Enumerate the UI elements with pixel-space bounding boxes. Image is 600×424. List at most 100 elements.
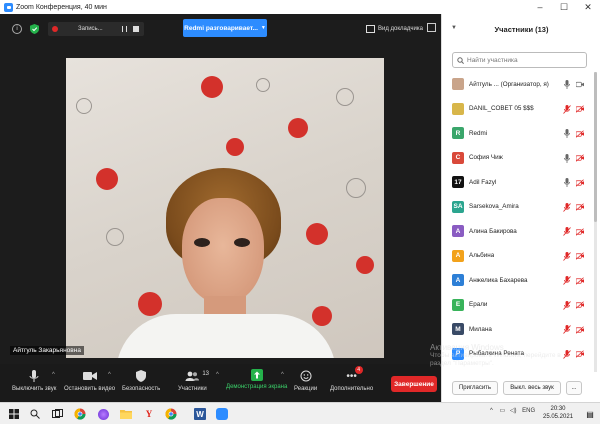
invite-button[interactable]: Пригласить (452, 381, 498, 395)
share-screen-button[interactable]: Демонстрация экрана (226, 369, 287, 390)
participant-row[interactable]: 17 Adil Fazyl (442, 170, 600, 195)
video-camera-icon[interactable] (576, 80, 584, 89)
microphone-icon[interactable] (563, 80, 571, 89)
minimize-button[interactable]: – (528, 0, 552, 14)
collapse-chevron-icon[interactable]: ▼ (451, 25, 457, 31)
microphone-muted-icon[interactable] (563, 325, 571, 334)
search-placeholder: Найти участника (467, 56, 518, 64)
zoom-taskbar-icon[interactable] (214, 406, 230, 422)
video-camera-off-icon[interactable] (576, 325, 584, 334)
microphone-icon[interactable] (563, 153, 571, 163)
video-camera-off-icon[interactable] (576, 178, 584, 187)
participant-list: Айтгуль ... (Организатор, я) DANIL_СОВЕТ … (442, 72, 600, 366)
participants-button[interactable]: 13 Участники (178, 369, 209, 392)
wallpaper-flower-outline (336, 88, 354, 106)
share-options-caret-icon[interactable]: ^ (281, 372, 284, 378)
participants-panel-header: ▼ Участники (13) (442, 14, 600, 44)
person-shirt (116, 314, 336, 358)
participant-search-input[interactable]: Найти участника (452, 52, 587, 68)
video-camera-off-icon[interactable] (576, 105, 584, 114)
wallpaper-flower-outline (106, 228, 124, 246)
yandex-browser-icon[interactable]: Y (141, 406, 157, 422)
participant-row[interactable]: А Анжелика Бахарева (442, 268, 600, 293)
windows-start-icon[interactable] (6, 406, 22, 422)
mute-button[interactable]: Выключить звук (12, 369, 56, 392)
microphone-muted-icon[interactable] (563, 104, 571, 114)
clock-date: 25.05.2021 (543, 414, 574, 420)
video-camera-off-icon[interactable] (576, 154, 584, 163)
microphone-muted-icon[interactable] (563, 276, 571, 285)
active-speaker-label: Redmi разговаривает... (184, 24, 258, 32)
microphone-muted-icon[interactable] (563, 300, 571, 310)
shield-check-icon[interactable] (29, 24, 39, 34)
participant-row[interactable]: Айтгуль ... (Организатор, я) (442, 72, 600, 97)
microphone-muted-icon[interactable] (563, 251, 571, 261)
more-options-button[interactable]: ... (566, 381, 582, 395)
pause-icon[interactable] (122, 26, 127, 32)
input-language[interactable]: ENG (522, 408, 535, 414)
participant-list-scrollbar[interactable] (594, 72, 597, 372)
participant-row[interactable]: SA Sarsekova_Amira (442, 195, 600, 220)
tray-chevron-icon[interactable]: ^ (490, 408, 493, 414)
active-speaker-button[interactable]: Redmi разговаривает... ▼ (183, 19, 267, 37)
wallpaper-flower (356, 256, 374, 274)
microphone-muted-icon[interactable] (563, 202, 571, 212)
microphone-muted-icon[interactable] (563, 227, 571, 236)
participant-row[interactable]: А Альбина (442, 244, 600, 269)
search-taskbar-icon[interactable] (27, 406, 43, 422)
participants-options-caret-icon[interactable]: ^ (216, 372, 219, 378)
microphone-icon[interactable] (563, 178, 571, 187)
more-button[interactable]: ••• 4 Дополнительно (330, 366, 373, 392)
volume-icon[interactable]: ◁) (510, 408, 517, 414)
mute-options-caret-icon[interactable]: ^ (52, 372, 55, 378)
reactions-button[interactable]: Реакции (294, 369, 317, 392)
video-camera-off-icon[interactable] (576, 301, 584, 310)
file-explorer-icon[interactable] (118, 406, 134, 422)
more-options-label: ... (571, 385, 577, 391)
scrollbar-thumb[interactable] (594, 72, 597, 222)
chrome-icon-2[interactable] (163, 406, 179, 422)
info-icon[interactable]: i (12, 24, 22, 34)
chrome-icon[interactable] (72, 406, 88, 422)
participant-row[interactable]: М Милана (442, 317, 600, 342)
clock[interactable]: 20:30 25.05.2021 (543, 405, 573, 421)
close-button[interactable]: ✕ (576, 0, 600, 14)
network-icon[interactable]: ▭ (500, 408, 506, 414)
participant-avatar: М (452, 323, 464, 336)
participant-row[interactable]: С София Чиж (442, 146, 600, 171)
more-dots-icon: ••• 4 (345, 366, 363, 383)
video-camera-off-icon[interactable] (576, 203, 584, 212)
end-meeting-button[interactable]: Завершение (391, 376, 437, 392)
participant-name: Sarsekova_Amira (469, 203, 519, 211)
smiley-plus-icon (299, 369, 313, 383)
wallpaper-flower-outline (76, 98, 92, 114)
video-camera-off-icon[interactable] (576, 252, 584, 261)
video-camera-off-icon[interactable] (576, 129, 584, 138)
speaker-view-button[interactable]: Вид докладчика (366, 22, 423, 36)
alice-assistant-icon[interactable] (95, 406, 111, 422)
notifications-icon[interactable]: ▤ (582, 406, 598, 422)
task-view-icon[interactable] (49, 406, 65, 422)
recording-label: Запись... (78, 26, 103, 32)
participant-row[interactable]: DANIL_СОВЕТ 05 $$$ (442, 97, 600, 122)
word-icon[interactable]: W (194, 408, 206, 420)
participant-row[interactable]: Е Ерали (442, 293, 600, 318)
recording-indicator[interactable]: Запись... (48, 22, 144, 36)
share-screen-icon (250, 369, 263, 381)
security-button[interactable]: Безопасность (122, 369, 160, 392)
stop-icon[interactable] (133, 26, 139, 32)
participant-row[interactable]: А Алина Бакирова (442, 219, 600, 244)
fullscreen-icon[interactable] (427, 23, 436, 32)
video-camera-off-icon[interactable] (576, 276, 584, 285)
participant-avatar: 17 (452, 176, 464, 189)
mute-all-button[interactable]: Выкл. весь звук (503, 381, 561, 395)
participant-name: Анжелика Бахарева (469, 276, 528, 284)
maximize-button[interactable]: ☐ (552, 0, 576, 14)
video-options-caret-icon[interactable]: ^ (108, 372, 111, 378)
participant-row[interactable]: R Redmi (442, 121, 600, 146)
microphone-icon[interactable] (563, 129, 571, 138)
mute-label: Выключить звук (12, 386, 57, 392)
video-camera-icon (82, 369, 97, 383)
system-tray[interactable]: ^ ▭ ◁) ENG (490, 407, 535, 414)
video-camera-off-icon[interactable] (576, 227, 584, 236)
